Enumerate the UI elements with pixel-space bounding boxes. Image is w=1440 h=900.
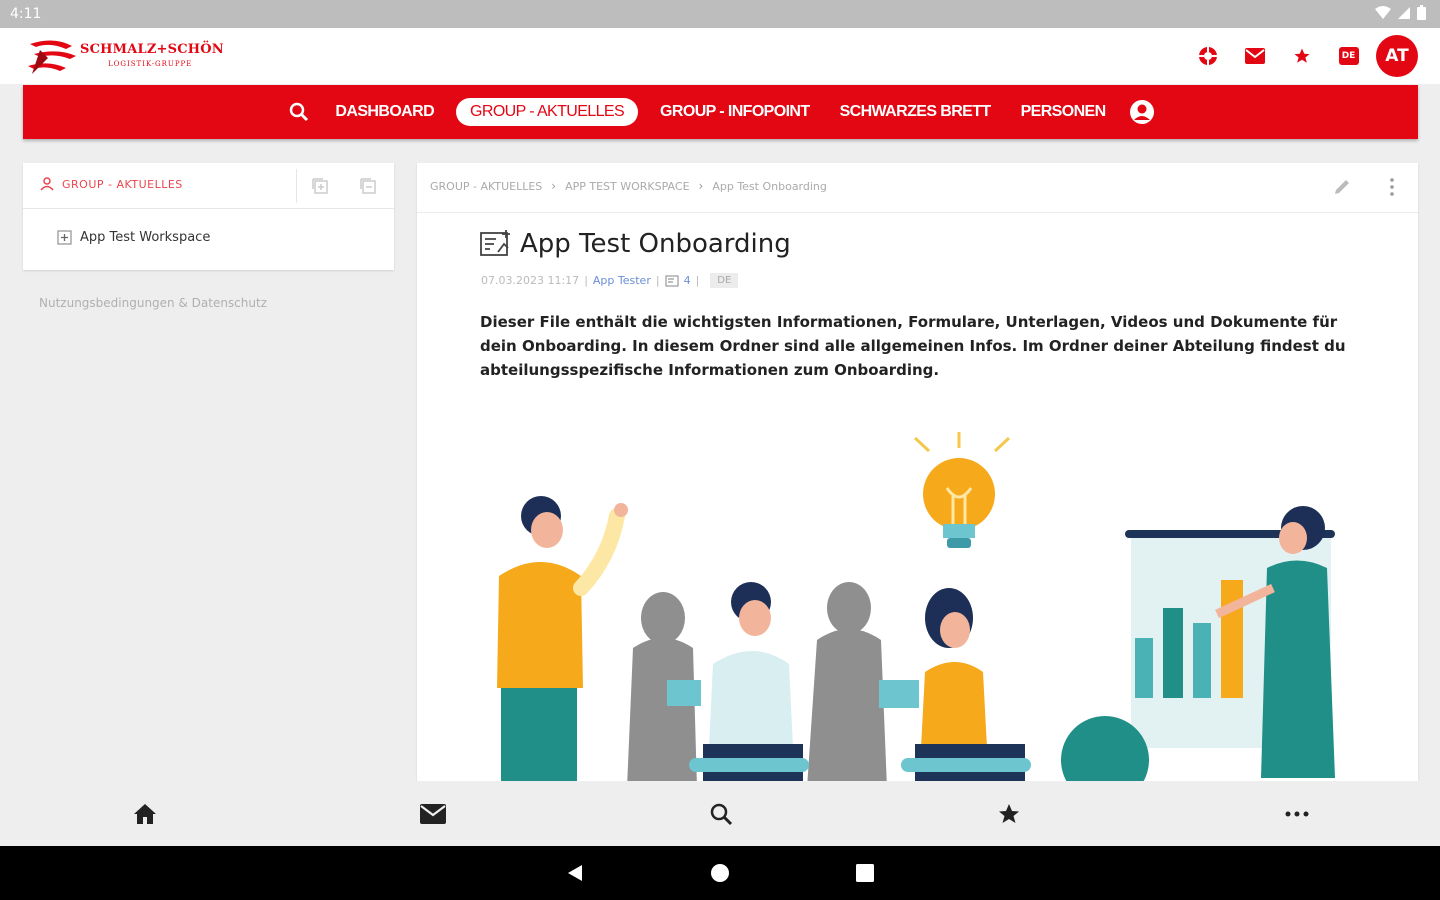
breadcrumb-item[interactable]: APP TEST WORKSPACE [565, 180, 689, 193]
seated-woman-figure [879, 588, 1031, 781]
more-vertical-icon [1390, 178, 1394, 196]
sidebar-item-app-test-workspace[interactable]: App Test Workspace [57, 230, 210, 245]
search-icon [710, 803, 733, 826]
logo-brand: SCHMALZ+SCHÖN [80, 42, 224, 57]
system-navigation-bar [0, 846, 1440, 900]
pencil-icon [1335, 180, 1349, 194]
messages-button[interactable] [1231, 34, 1278, 78]
edit-button[interactable] [1332, 177, 1352, 201]
battery-icon [1417, 5, 1426, 20]
sidebar-title-label: GROUP - AKTUELLES [62, 177, 183, 191]
status-bar: 4:11 [0, 0, 1440, 28]
wifi-icon [1375, 5, 1391, 19]
bottom-nav-favorites[interactable] [994, 799, 1024, 829]
mail-icon [420, 804, 446, 824]
document-description: Dieser File enthält die wichtigsten Info… [480, 313, 1346, 379]
help-button[interactable] [1184, 34, 1231, 78]
chevron-right-icon: › [698, 179, 704, 193]
sidebar-item-label: App Test Workspace [80, 230, 211, 245]
logo-subtitle: LOGISTIK-GRUPPE [108, 60, 193, 68]
expand-all-icon [312, 178, 328, 194]
page-title: App Test Onboarding [480, 229, 791, 259]
breadcrumb-item-current: App Test Onboarding [712, 179, 827, 193]
meta-separator: | [584, 274, 588, 287]
expand-all-button[interactable] [311, 177, 329, 199]
panel-divider [417, 212, 1418, 213]
system-recents-button[interactable] [852, 860, 878, 886]
nav-search-button[interactable] [285, 98, 313, 126]
lifebuoy-icon [1198, 47, 1217, 65]
nav-profile-button[interactable] [1128, 98, 1156, 126]
header-divider [296, 169, 297, 203]
bottom-nav-home[interactable] [130, 799, 160, 829]
document-type-icon [480, 230, 510, 256]
signal-icon [1398, 6, 1410, 19]
expand-plus-icon [57, 230, 72, 245]
back-triangle-icon [568, 865, 582, 881]
breadcrumb-item[interactable]: GROUP - AKTUELLES [430, 180, 542, 193]
star-icon [999, 804, 1019, 823]
account-circle-icon [1129, 100, 1154, 124]
onboarding-illustration [497, 432, 1335, 781]
bottom-nav-more[interactable] [1282, 799, 1312, 829]
group-icon [40, 177, 54, 191]
system-home-button[interactable] [707, 860, 733, 886]
home-circle-icon [711, 864, 729, 882]
document-title: App Test Onboarding [520, 229, 791, 259]
collapse-all-icon [360, 178, 376, 194]
document-author[interactable]: App Tester [593, 274, 651, 287]
nav-item-personen[interactable]: PERSONEN [1013, 97, 1114, 127]
company-logo[interactable]: SCHMALZ+SCHÖN LOGISTIK-GRUPPE [26, 36, 226, 76]
language-tag: DE [710, 273, 739, 288]
bottom-nav-messages[interactable] [418, 799, 448, 829]
document-panel: GROUP - AKTUELLES › APP TEST WORKSPACE ›… [417, 163, 1418, 781]
attachment-count[interactable]: 4 [684, 274, 691, 287]
meta-separator: | [655, 274, 660, 287]
standing-man-figure [497, 496, 628, 781]
nav-item-dashboard[interactable]: DASHBOARD [327, 97, 442, 127]
collapse-all-button[interactable] [359, 177, 377, 199]
app-header: SCHMALZ+SCHÖN LOGISTIK-GRUPPE DE AT [0, 28, 1440, 84]
star-icon [1294, 48, 1309, 63]
nav-item-group-aktuelles[interactable]: GROUP - AKTUELLES [456, 98, 639, 126]
meta-separator: | [695, 274, 700, 287]
nav-item-schwarzes-brett[interactable]: SCHWARZES BRETT [832, 97, 999, 127]
document-meta: 07.03.2023 11:17 | App Tester | 4 | DE [481, 273, 739, 288]
more-options-button[interactable] [1382, 177, 1402, 201]
home-icon [134, 804, 156, 824]
language-button[interactable]: DE [1325, 34, 1372, 78]
search-icon [290, 102, 309, 122]
language-badge: DE [1338, 47, 1359, 65]
breadcrumb: GROUP - AKTUELLES › APP TEST WORKSPACE ›… [430, 179, 827, 193]
chevron-right-icon: › [551, 179, 557, 193]
folder-sidebar: GROUP - AKTUELLES App Test Workspace [23, 163, 394, 270]
attachment-icon [664, 274, 679, 287]
header-actions: DE AT [1184, 34, 1418, 78]
mail-icon [1244, 48, 1265, 64]
system-back-button[interactable] [562, 860, 588, 886]
bottom-navigation [0, 781, 1440, 846]
terms-link[interactable]: Nutzungsbedingungen & Datenschutz [39, 296, 267, 310]
lightbulb-icon [913, 432, 1011, 548]
status-time: 4:11 [10, 6, 42, 22]
recents-square-icon [856, 864, 874, 882]
bottom-nav-search[interactable] [706, 799, 736, 829]
nav-item-group-infopoint[interactable]: GROUP - INFOPOINT [652, 97, 818, 127]
sidebar-header: GROUP - AKTUELLES [23, 163, 394, 209]
user-avatar[interactable]: AT [1376, 35, 1418, 77]
main-navigation: DASHBOARD GROUP - AKTUELLES GROUP - INFO… [23, 85, 1418, 139]
system-indicators [1375, 5, 1426, 20]
sidebar-title[interactable]: GROUP - AKTUELLES [39, 177, 183, 191]
logo-swoosh-icon [28, 40, 76, 74]
more-horizontal-icon [1285, 811, 1309, 817]
favorites-button[interactable] [1278, 34, 1325, 78]
document-date: 07.03.2023 11:17 [481, 274, 580, 287]
